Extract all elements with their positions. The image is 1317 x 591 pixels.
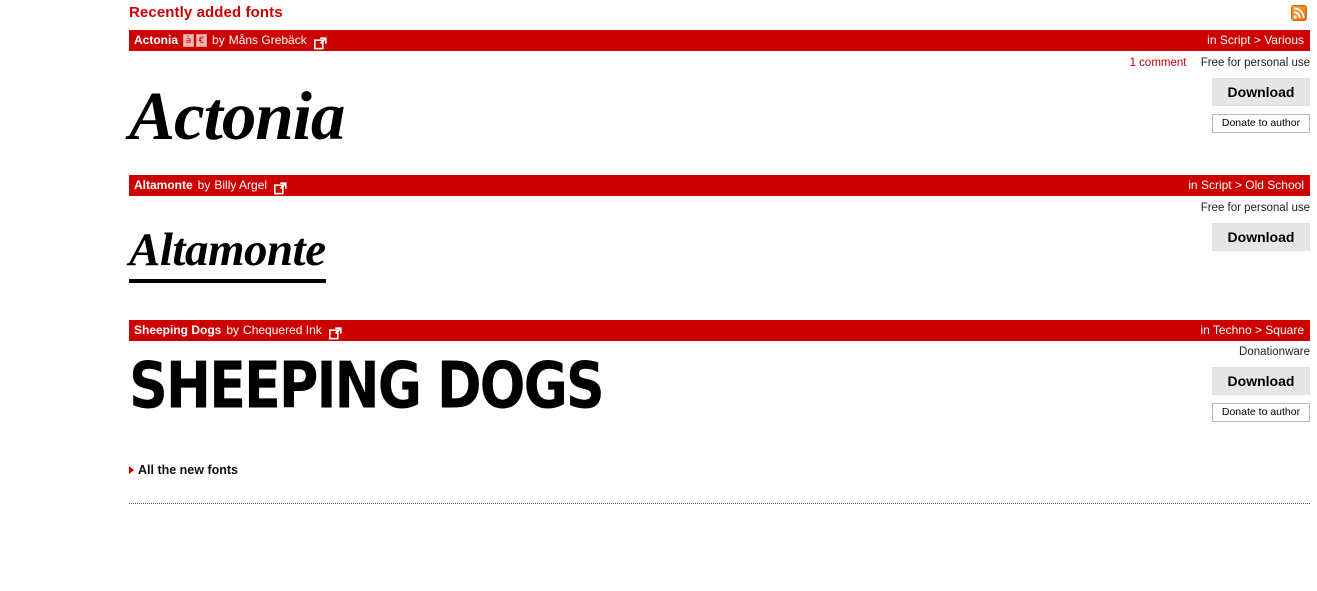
- license-label: Free for personal use: [1200, 57, 1310, 69]
- euro-symbol-icon: €: [196, 34, 208, 47]
- by-label: by: [197, 178, 211, 192]
- download-button[interactable]: Download: [1212, 367, 1310, 395]
- external-link-icon[interactable]: [274, 181, 287, 195]
- charset-badges: à €: [183, 34, 208, 47]
- author-link[interactable]: Billy Argel: [214, 175, 267, 196]
- external-link-icon[interactable]: [313, 36, 327, 50]
- license-label: Donationware: [1239, 346, 1310, 358]
- font-meta-row: Donationware: [1239, 346, 1310, 358]
- font-category-link[interactable]: in Script > Various: [1207, 30, 1304, 51]
- font-title-left: Actonia à € by Måns Grebäck: [134, 30, 327, 51]
- author-link[interactable]: Måns Grebäck: [229, 30, 307, 51]
- font-title-left: Sheeping Dogs by Chequered Ink: [134, 320, 342, 341]
- font-preview-image[interactable]: SHEEPING DOGS: [129, 349, 605, 423]
- font-name-link[interactable]: Sheeping Dogs: [134, 320, 221, 341]
- by-label: by: [226, 323, 240, 337]
- font-title-bar: Sheeping Dogs by Chequered Ink in Techno…: [129, 320, 1310, 341]
- license-label: Free for personal use: [1200, 202, 1310, 214]
- rss-feed-icon[interactable]: [1291, 5, 1307, 21]
- all-new-fonts-label: All the new fonts: [138, 463, 238, 477]
- section-divider: [129, 503, 1310, 504]
- donate-to-author-button[interactable]: Donate to author: [1212, 114, 1310, 133]
- font-preview-image[interactable]: Actonia: [129, 77, 345, 156]
- triangle-right-icon: [129, 466, 134, 474]
- font-meta-row: 1 comment Free for personal use: [1130, 57, 1310, 69]
- font-entry-altamonte: Altamonte by Billy Argel in Script > Old…: [0, 175, 1317, 283]
- font-title-bar: Altamonte by Billy Argel in Script > Old…: [129, 175, 1310, 196]
- font-title-bar: Actonia à € by Måns Grebäck in Script > …: [129, 30, 1310, 51]
- donate-to-author-button[interactable]: Donate to author: [1212, 403, 1310, 422]
- external-link-icon[interactable]: [328, 326, 342, 340]
- all-new-fonts-link[interactable]: All the new fonts: [129, 463, 238, 477]
- font-preview-image[interactable]: Altamonte: [129, 223, 326, 283]
- font-name-link[interactable]: Actonia: [134, 30, 178, 51]
- font-name-link[interactable]: Altamonte: [134, 175, 193, 196]
- font-entry-sheeping-dogs: Sheeping Dogs by Chequered Ink in Techno…: [0, 320, 1317, 423]
- author-link[interactable]: Chequered Ink: [243, 320, 322, 341]
- download-button[interactable]: Download: [1212, 78, 1310, 106]
- font-category-link[interactable]: in Script > Old School: [1188, 175, 1304, 196]
- recently-added-fonts-page: Recently added fonts Actonia à € by Måns…: [0, 0, 1317, 591]
- font-entry-actonia: Actonia à € by Måns Grebäck in Script > …: [0, 30, 1317, 154]
- accented-chars-icon: à: [183, 34, 195, 47]
- comments-link[interactable]: 1 comment: [1130, 57, 1187, 69]
- by-label: by: [212, 33, 225, 47]
- font-category-link[interactable]: in Techno > Square: [1200, 320, 1304, 341]
- font-meta-row: Free for personal use: [1201, 202, 1310, 214]
- page-title: Recently added fonts: [129, 4, 283, 21]
- download-button[interactable]: Download: [1212, 223, 1310, 251]
- font-title-left: Altamonte by Billy Argel: [134, 175, 287, 196]
